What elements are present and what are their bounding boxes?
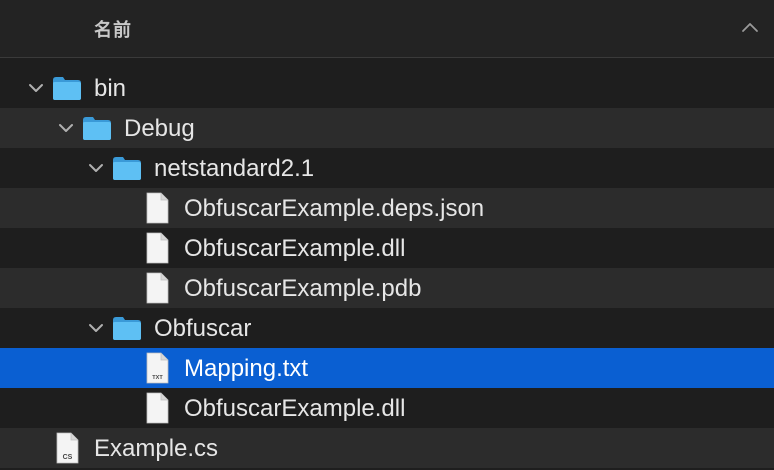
folder-icon (113, 157, 141, 180)
name-column-label: 名前 (94, 20, 132, 40)
document-icon (146, 272, 169, 304)
folder-row-netstandard[interactable]: netstandard2.1 (0, 148, 774, 188)
row-label: ObfuscarExample.dll (184, 235, 406, 262)
row-label: Debug (124, 115, 195, 142)
file-badge: TXT (152, 375, 163, 381)
chevron-down-icon[interactable] (86, 158, 106, 178)
row-label: ObfuscarExample.pdb (184, 275, 422, 302)
file-row-mapping-txt[interactable]: TXT Mapping.txt (0, 348, 774, 388)
folder-row-bin[interactable]: bin (0, 68, 774, 108)
file-row-deps-json[interactable]: ObfuscarExample.deps.json (0, 188, 774, 228)
row-label: Obfuscar (154, 315, 252, 342)
file-badge: CS (63, 454, 73, 461)
folder-row-obfuscar[interactable]: Obfuscar (0, 308, 774, 348)
column-header[interactable]: 名前 (0, 0, 774, 58)
row-label: ObfuscarExample.deps.json (184, 195, 485, 222)
folder-icon (113, 317, 141, 340)
file-list: bin Debug netstandard2.1 ObfuscarExample… (0, 68, 774, 468)
folder-icon (53, 77, 81, 100)
document-icon (146, 192, 169, 224)
sort-ascending-icon[interactable] (740, 18, 760, 38)
file-row-pdb[interactable]: ObfuscarExample.pdb (0, 268, 774, 308)
cs-file-icon: CS (56, 432, 79, 464)
row-label: Example.cs (94, 435, 219, 462)
row-label: Mapping.txt (184, 355, 309, 382)
folder-row-debug[interactable]: Debug (0, 108, 774, 148)
chevron-down-icon[interactable] (86, 318, 106, 338)
chevron-down-icon[interactable] (26, 78, 46, 98)
chevron-down-icon[interactable] (56, 118, 76, 138)
row-label: bin (94, 75, 127, 102)
document-icon (146, 232, 169, 264)
document-icon (146, 392, 169, 424)
folder-icon (83, 117, 111, 140)
file-row-obfuscated-dll[interactable]: ObfuscarExample.dll (0, 388, 774, 428)
text-file-icon: TXT (146, 352, 169, 384)
finder-list-view: 名前 bin Debug netstandard2.1 ObfuscarExam… (0, 0, 774, 470)
file-row-example-cs[interactable]: CS Example.cs (0, 428, 774, 468)
row-label: ObfuscarExample.dll (184, 395, 406, 422)
file-row-dll[interactable]: ObfuscarExample.dll (0, 228, 774, 268)
row-label: netstandard2.1 (154, 155, 315, 182)
